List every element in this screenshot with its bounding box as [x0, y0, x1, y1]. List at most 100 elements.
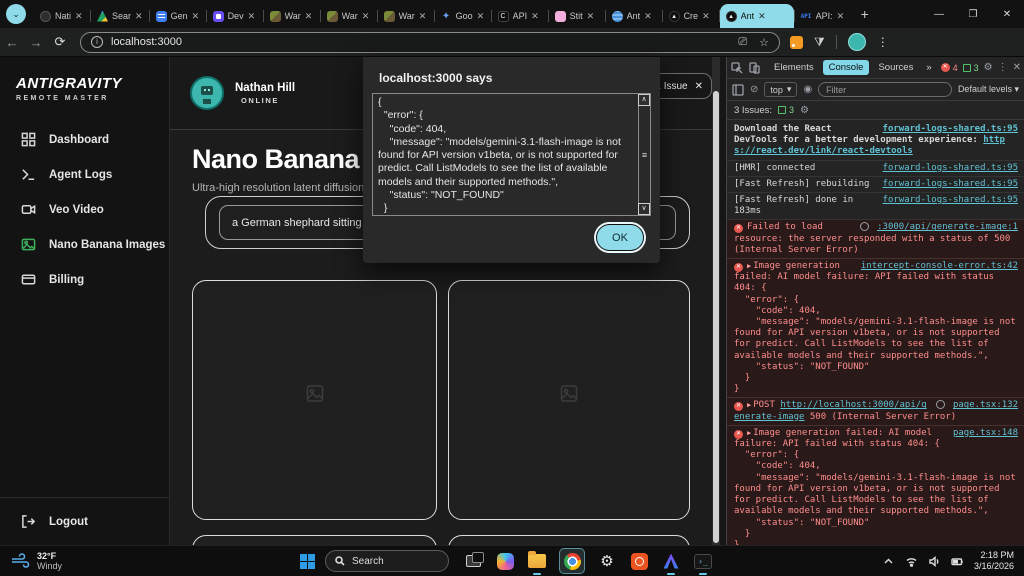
tab-close-icon[interactable]: ✕	[135, 11, 143, 22]
image-card[interactable]	[448, 280, 690, 520]
tab-close-icon[interactable]: ✕	[192, 11, 200, 22]
issue-badge-close-icon[interactable]: ✕	[695, 81, 703, 92]
cast-icon[interactable]: ⎚	[738, 36, 747, 49]
start-button[interactable]	[300, 554, 315, 569]
expand-arrow-icon[interactable]: ▶	[747, 401, 751, 409]
forward-icon[interactable]: →	[24, 35, 48, 50]
tab-close-icon[interactable]: ✕	[305, 11, 313, 22]
inspect-icon[interactable]	[731, 62, 743, 74]
console-message[interactable]: :3000/api/generate-image:1✕Failed to loa…	[727, 220, 1024, 259]
page-scrollbar[interactable]	[712, 57, 720, 545]
issue-count-badge[interactable]: 3	[963, 63, 979, 73]
issues-label[interactable]: 3 Issues:	[734, 105, 772, 116]
console-message[interactable]: intercept-console-error.ts:42✕▶Image gen…	[727, 259, 1024, 398]
clear-console-icon[interactable]: ⊘	[750, 84, 758, 95]
clock[interactable]: 2:18 PM 3/16/2026	[974, 550, 1014, 572]
inline-link[interactable]: http://localhost:3000/api/generate-image	[734, 400, 927, 421]
antigravity-app-button[interactable]	[661, 551, 681, 571]
battery-icon[interactable]	[951, 555, 964, 568]
maximize-button[interactable]: ❐	[956, 0, 990, 28]
taskbar-search[interactable]: Search	[325, 550, 449, 572]
tab-close-icon[interactable]: ✕	[75, 11, 83, 22]
logout-button[interactable]: Logout	[0, 497, 169, 545]
rss-extension-icon[interactable]	[790, 36, 803, 49]
tab-close-icon[interactable]: ✕	[477, 11, 485, 22]
console-message[interactable]: page.tsx:132✕▶POST http://localhost:3000…	[727, 398, 1024, 425]
tab-console[interactable]: Console	[823, 60, 870, 75]
sidebar-item-nano-banana-images[interactable]: Nano Banana Images	[0, 227, 169, 262]
volume-icon[interactable]	[928, 555, 941, 568]
bookmark-star-icon[interactable]: ☆	[759, 36, 769, 49]
console-message[interactable]: page.tsx:148✕▶Image generation failed: A…	[727, 426, 1024, 545]
browser-tab[interactable]: API✕	[492, 4, 548, 28]
tray-chevron-icon[interactable]	[882, 555, 895, 568]
console-message[interactable]: forward-logs-shared.ts:95Download the Re…	[727, 122, 1024, 161]
issue-chip-icon[interactable]	[860, 222, 869, 231]
tab-close-icon[interactable]: ✕	[362, 11, 370, 22]
ubuntu-button[interactable]	[629, 551, 649, 571]
inline-link[interactable]: https://react.dev/link/react-devtools	[734, 135, 1005, 156]
tab-sources[interactable]: Sources	[874, 60, 917, 75]
sidebar-item-dashboard[interactable]: Dashboard	[0, 122, 169, 157]
source-link[interactable]: forward-logs-shared.ts:95	[883, 163, 1018, 174]
browser-tab[interactable]: Ant✕	[606, 4, 662, 28]
wifi-icon[interactable]	[905, 555, 918, 568]
browser-tab[interactable]: War✕	[321, 4, 377, 28]
image-card[interactable]	[192, 535, 437, 545]
tab-close-icon[interactable]: ✕	[837, 11, 845, 22]
devtools-settings-icon[interactable]: ⚙	[984, 62, 993, 73]
console-message[interactable]: forward-logs-shared.ts:95[Fast Refresh] …	[727, 193, 1024, 220]
browser-tab[interactable]: Gen✕	[150, 4, 206, 28]
console-filter-input[interactable]	[818, 82, 952, 97]
eye-icon[interactable]: ◉	[803, 84, 812, 95]
scroll-up-icon[interactable]: ∧	[638, 94, 650, 106]
issues-count[interactable]: 3	[778, 105, 794, 115]
scrollbar-thumb[interactable]	[713, 91, 719, 543]
device-toolbar-icon[interactable]	[748, 62, 760, 74]
browser-tab[interactable]: Goo✕	[435, 4, 491, 28]
browser-tab[interactable]: Stit✕	[549, 4, 605, 28]
settings-button[interactable]: ⚙	[597, 551, 617, 571]
new-tab-button[interactable]: +	[861, 6, 869, 22]
devtools-menu-icon[interactable]: ⋮	[998, 62, 1008, 73]
close-window-button[interactable]: ✕	[990, 0, 1024, 28]
extensions-icon[interactable]: ⧩	[814, 35, 825, 50]
console-message[interactable]: forward-logs-shared.ts:95[HMR] connected	[727, 161, 1024, 177]
task-view-button[interactable]	[463, 551, 483, 571]
more-tabs-icon[interactable]: »	[922, 60, 935, 75]
sidebar-item-veo-video[interactable]: Veo Video	[0, 192, 169, 227]
source-link[interactable]: forward-logs-shared.ts:95	[883, 195, 1018, 206]
dialog-scrollbar[interactable]: ∧ ≡ ∨	[638, 94, 650, 215]
source-link[interactable]: forward-logs-shared.ts:95	[883, 179, 1018, 190]
source-link[interactable]: page.tsx:148	[953, 428, 1018, 439]
browser-tab[interactable]: Cre✕	[663, 4, 719, 28]
browser-tab[interactable]: Sear✕	[91, 4, 149, 28]
image-card[interactable]	[192, 280, 437, 520]
devtools-close-icon[interactable]: ✕	[1013, 62, 1021, 73]
ok-button[interactable]: OK	[596, 224, 644, 251]
dialog-scroll-thumb[interactable]: ≡	[640, 146, 649, 164]
image-card[interactable]	[448, 535, 690, 545]
chrome-button[interactable]	[559, 548, 585, 574]
copilot-button[interactable]	[495, 551, 515, 571]
terminal-button[interactable]: ›_	[693, 551, 713, 571]
browser-tab[interactable]: API:✕	[795, 4, 851, 28]
browser-tab[interactable]: Dev✕	[207, 4, 263, 28]
browser-tab[interactable]: Ant✕	[720, 4, 794, 28]
sidebar-item-billing[interactable]: Billing	[0, 262, 169, 297]
weather-widget[interactable]: 32°F Windy	[0, 551, 300, 571]
address-bar[interactable]: i localhost:3000 ⎚ ☆	[80, 32, 780, 53]
tab-close-icon[interactable]: ✕	[531, 11, 539, 22]
context-selector[interactable]: top▾	[764, 82, 797, 97]
expand-arrow-icon[interactable]: ▶	[747, 262, 751, 270]
scroll-down-icon[interactable]: ∨	[638, 203, 650, 215]
tab-elements[interactable]: Elements	[770, 60, 818, 75]
source-link[interactable]: page.tsx:132	[953, 400, 1018, 411]
back-icon[interactable]: ←	[0, 35, 24, 50]
source-link[interactable]: :3000/api/generate-image:1	[877, 222, 1018, 233]
source-link[interactable]: forward-logs-shared.ts:95	[883, 124, 1018, 135]
browser-tab[interactable]: War✕	[264, 4, 320, 28]
issue-chip-icon[interactable]	[936, 400, 945, 409]
sidebar-item-agent-logs[interactable]: Agent Logs	[0, 157, 169, 192]
log-levels-dropdown[interactable]: Default levels ▾	[958, 84, 1019, 95]
